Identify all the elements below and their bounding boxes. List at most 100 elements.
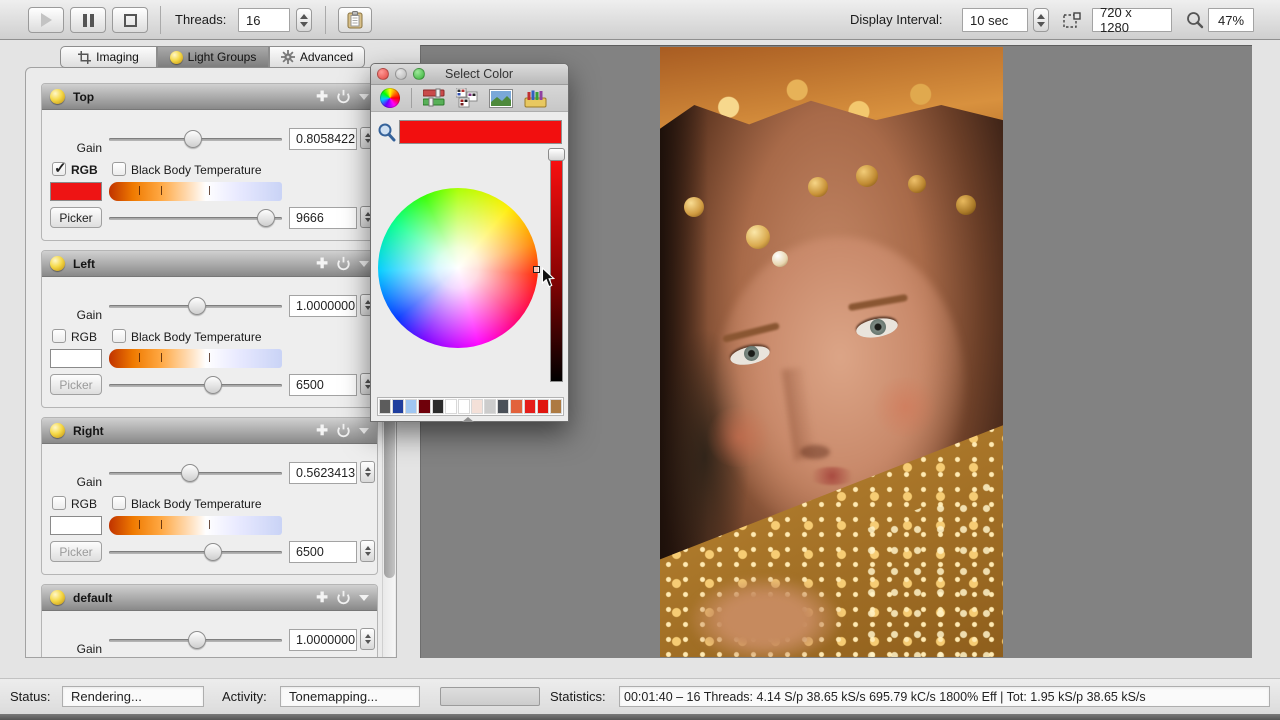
crayons-mode-icon[interactable] <box>524 89 547 108</box>
swatch[interactable] <box>537 399 549 414</box>
bbt-checkbox[interactable] <box>112 162 126 176</box>
color-wheel-marker[interactable] <box>533 266 540 273</box>
rgb-checkbox[interactable] <box>52 329 66 343</box>
group-header-left[interactable]: Left ✚ <box>42 251 377 277</box>
gain-value-input[interactable]: 0.5623413 <box>289 462 357 484</box>
blackbody-gradient-bar[interactable] <box>109 349 282 368</box>
threads-input[interactable]: 16 <box>238 8 290 32</box>
gain-slider[interactable] <box>109 464 282 482</box>
brightness-slider-thumb[interactable] <box>548 148 565 161</box>
swatch[interactable] <box>458 399 470 414</box>
picker-value-input[interactable]: 6500 <box>289 374 357 396</box>
group-header-right[interactable]: Right ✚ <box>42 418 377 444</box>
picker-slider[interactable] <box>109 376 282 394</box>
light-group-right: Right ✚ Gain 0.5623413 RGB Black Body Te… <box>41 417 378 575</box>
gain-slider[interactable] <box>109 130 282 148</box>
stop-button[interactable] <box>112 7 148 33</box>
swatch-drawer-handle[interactable] <box>462 417 474 422</box>
collapse-icon[interactable] <box>359 595 369 601</box>
bulb-icon <box>50 256 65 271</box>
power-icon[interactable] <box>336 590 351 605</box>
blackbody-gradient-bar[interactable] <box>109 516 282 535</box>
swatch[interactable] <box>550 399 562 414</box>
add-group-icon[interactable]: ✚ <box>316 88 328 105</box>
swatch[interactable] <box>405 399 417 414</box>
resize-selection-icon[interactable] <box>1063 12 1081 29</box>
swatch[interactable] <box>524 399 536 414</box>
play-button[interactable] <box>28 7 64 33</box>
gain-value-input[interactable]: 1.0000000 <box>289 295 357 317</box>
display-interval-stepper[interactable] <box>1033 8 1049 32</box>
power-icon[interactable] <box>336 423 351 438</box>
add-group-icon[interactable]: ✚ <box>316 255 328 272</box>
color-wheel[interactable] <box>378 188 538 348</box>
picker-slider[interactable] <box>109 209 282 227</box>
gain-value-input[interactable]: 1.0000000 <box>289 629 357 651</box>
gain-stepper[interactable] <box>360 628 375 650</box>
color-swatch[interactable] <box>50 349 102 368</box>
gain-stepper[interactable] <box>360 461 375 483</box>
gain-slider[interactable] <box>109 631 282 649</box>
swatch[interactable] <box>484 399 496 414</box>
collapse-icon[interactable] <box>359 428 369 434</box>
add-group-icon[interactable]: ✚ <box>316 589 328 606</box>
color-wheel-mode-icon[interactable] <box>380 88 400 108</box>
rgb-checkbox[interactable] <box>52 162 66 176</box>
copy-button[interactable] <box>338 7 372 33</box>
swatch[interactable] <box>392 399 404 414</box>
gain-slider[interactable] <box>109 297 282 315</box>
gain-value: 0.5623413 <box>296 466 355 480</box>
swatch[interactable] <box>497 399 509 414</box>
swatch[interactable] <box>418 399 430 414</box>
bbt-checkbox[interactable] <box>112 329 126 343</box>
picker-button[interactable]: Picker <box>50 541 102 562</box>
tab-advanced[interactable]: Advanced <box>269 46 365 68</box>
color-swatch[interactable] <box>50 182 102 201</box>
power-icon[interactable] <box>336 256 351 271</box>
group-name: Top <box>73 90 308 104</box>
swatch[interactable] <box>432 399 444 414</box>
sliders-mode-icon[interactable] <box>423 88 445 108</box>
bbt-checkbox[interactable] <box>112 496 126 510</box>
dialog-titlebar[interactable]: Select Color <box>371 64 568 85</box>
swatch[interactable] <box>471 399 483 414</box>
minimize-icon[interactable] <box>395 68 407 80</box>
image-palettes-icon[interactable] <box>489 89 513 108</box>
blackbody-gradient-bar[interactable] <box>109 182 282 201</box>
swatch[interactable] <box>379 399 391 414</box>
color-swatch[interactable] <box>50 516 102 535</box>
gain-value-input[interactable]: 0.8058422 <box>289 128 357 150</box>
threads-stepper[interactable] <box>296 8 312 32</box>
picker-button[interactable]: Picker <box>50 374 102 395</box>
picker-slider[interactable] <box>109 543 282 561</box>
palette-mode-icon[interactable] <box>456 88 478 108</box>
close-icon[interactable] <box>377 68 389 80</box>
rgb-checkbox[interactable] <box>52 496 66 510</box>
pause-button[interactable] <box>70 7 106 33</box>
swatch[interactable] <box>445 399 457 414</box>
picker-value-input[interactable]: 6500 <box>289 541 357 563</box>
bbt-label: Black Body Temperature <box>131 330 262 344</box>
magnifier-picker-icon[interactable] <box>377 122 396 142</box>
picker-stepper[interactable] <box>360 540 375 562</box>
group-header-default[interactable]: default ✚ <box>42 585 377 611</box>
display-interval-input[interactable]: 10 sec <box>962 8 1028 32</box>
swatch[interactable] <box>510 399 522 414</box>
status-label: Status: <box>10 689 50 704</box>
tab-imaging[interactable]: Imaging <box>60 46 157 68</box>
power-icon[interactable] <box>336 89 351 104</box>
stop-icon <box>124 14 137 27</box>
picker-button[interactable]: Picker <box>50 207 102 228</box>
selected-color-bar <box>399 120 562 144</box>
activity-value-box: Tonemapping... <box>280 686 420 707</box>
picker-value-input[interactable]: 9666 <box>289 207 357 229</box>
collapse-icon[interactable] <box>359 261 369 267</box>
zoom-magnifier-icon[interactable] <box>1186 11 1204 29</box>
group-header-top[interactable]: Top ✚ <box>42 84 377 110</box>
add-group-icon[interactable]: ✚ <box>316 422 328 439</box>
tab-light-groups[interactable]: Light Groups <box>157 46 269 68</box>
rgb-label: RGB <box>71 330 97 344</box>
collapse-icon[interactable] <box>359 94 369 100</box>
bulb-icon <box>170 51 183 64</box>
zoom-window-icon[interactable] <box>413 68 425 80</box>
